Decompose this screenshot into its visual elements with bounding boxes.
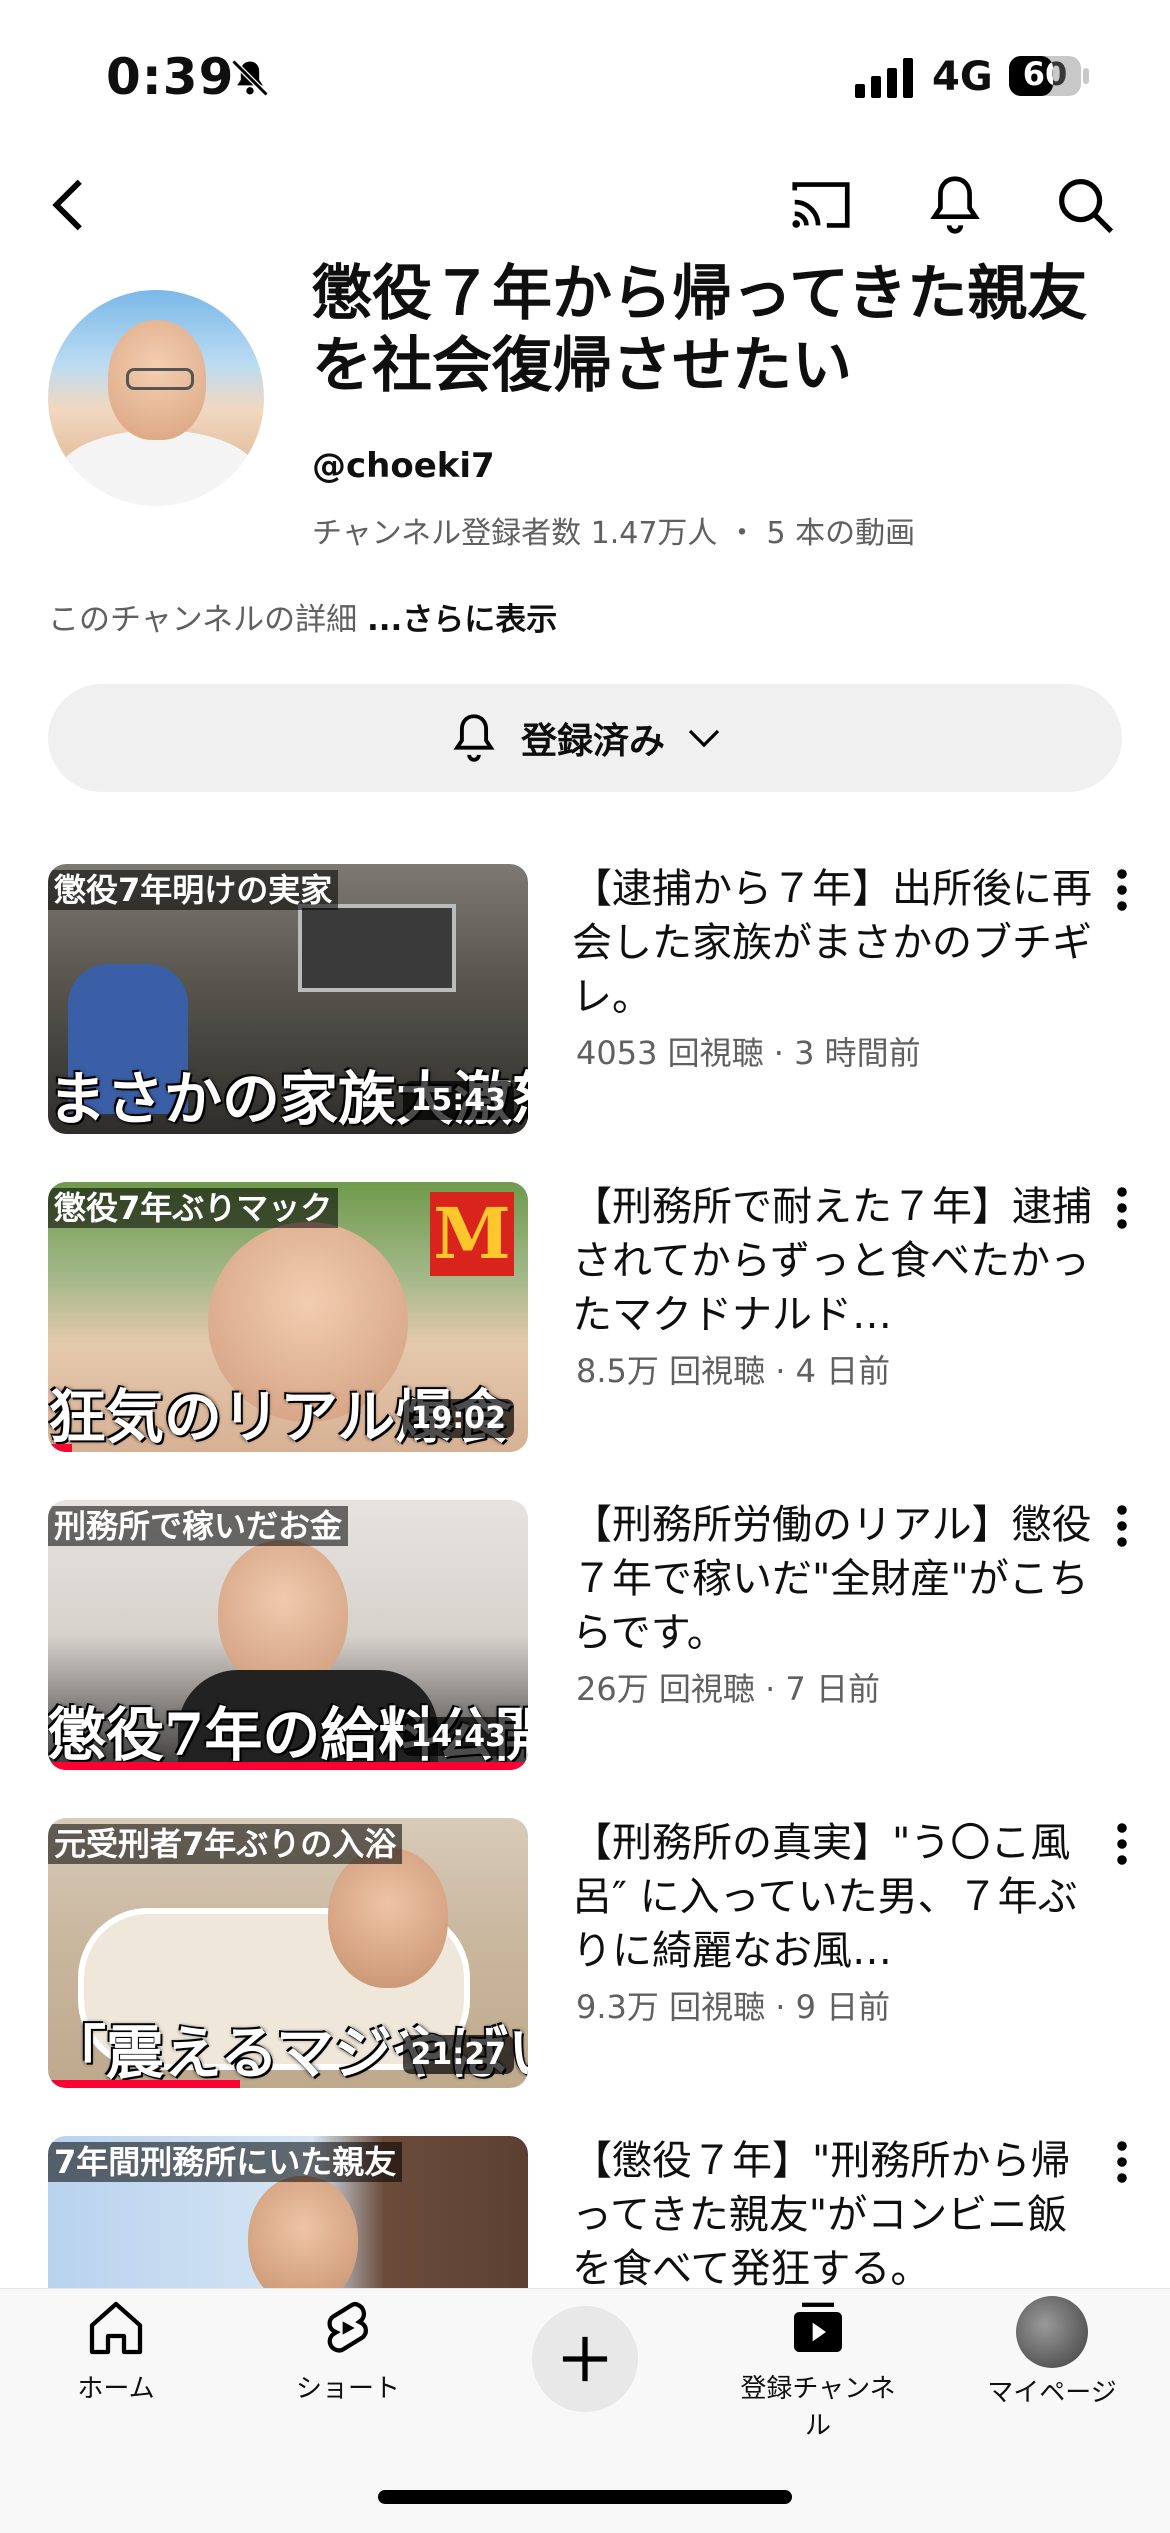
kebab-icon[interactable]	[1112, 1184, 1132, 1232]
video-duration: 21:27	[402, 2035, 514, 2074]
video-title[interactable]: 【刑務所労働のリアル】懲役７年で稼いだ"全財産"がこちらです。	[572, 1498, 1092, 1660]
bell-icon[interactable]	[920, 170, 990, 240]
network-type: 4G	[932, 54, 993, 100]
subscriptions-icon	[794, 2302, 842, 2352]
subscribed-button[interactable]: 登録済み	[48, 684, 1122, 792]
video-duration: 15:43	[402, 1081, 514, 1120]
thumbnail-tag: 元受刑者7年ぶりの入浴	[48, 1824, 403, 1864]
thumbnail-tag: 7年間刑務所にいた親友	[48, 2142, 403, 2182]
home-indicator	[378, 2490, 792, 2504]
kebab-icon[interactable]	[1112, 2138, 1132, 2186]
channel-description[interactable]: このチャンネルの詳細 ...さらに表示	[48, 594, 557, 639]
subscribed-label: 登録済み	[520, 721, 665, 762]
video-thumbnail[interactable]: 懲役7年明けの実家 まさかの家族大激怒 15:43	[48, 864, 528, 1134]
bell-icon	[453, 714, 495, 762]
show-more-link[interactable]: ...さらに表示	[367, 602, 557, 638]
video-meta: 26万 回視聴 · 7 日前	[576, 1670, 880, 1708]
cast-icon[interactable]	[786, 170, 856, 240]
video-meta: 9.3万 回視聴 · 9 日前	[576, 1988, 891, 2026]
nav-you[interactable]: マイページ	[962, 2296, 1142, 2409]
video-title[interactable]: 【懲役７年】"刑務所から帰ってきた親友"がコンビニ飯を食べて発狂する。	[572, 2134, 1092, 2296]
thumbnail-tag: 刑務所で稼いだお金	[48, 1506, 349, 1546]
nav-shorts-label: ショート	[295, 2374, 400, 2404]
battery-level: 60	[1022, 55, 1068, 93]
video-duration: 19:02	[402, 1399, 514, 1438]
kebab-icon[interactable]	[1112, 1820, 1132, 1868]
thumbnail-tag: 懲役7年明けの実家	[48, 870, 339, 910]
video-thumbnail[interactable]: 刑務所で稼いだお金 懲役7年の給料公開 14:43	[48, 1500, 528, 1770]
user-avatar	[1016, 2296, 1088, 2368]
kebab-icon[interactable]	[1112, 1502, 1132, 1550]
channel-stats: チャンネル登録者数 1.47万人 ・ 5 本の動画	[312, 516, 916, 551]
video-thumbnail[interactable]: M 懲役7年ぶりマック 狂気のリアル爆食 19:02	[48, 1182, 528, 1452]
thumbnail-tag: 懲役7年ぶりマック	[48, 1188, 339, 1228]
nav-home[interactable]: ホーム	[26, 2296, 206, 2405]
create-button[interactable]	[532, 2306, 638, 2412]
video-title[interactable]: 【刑務所の真実】"う〇こ風呂″ に入っていた男、７年ぶりに綺麗なお風…	[572, 1816, 1092, 1978]
nav-subscriptions-label: 登録チャンネル	[740, 2374, 896, 2441]
search-icon[interactable]	[1050, 170, 1120, 240]
channel-avatar[interactable]	[48, 290, 264, 506]
video-thumbnail[interactable]: 元受刑者7年ぶりの入浴 「震えるマジやばい」 21:27	[48, 1818, 528, 2088]
video-meta: 4053 回視聴 · 3 時間前	[576, 1034, 921, 1072]
nav-subscriptions[interactable]: 登録チャンネル	[728, 2296, 908, 2442]
channel-handle: @choeki7	[312, 446, 495, 486]
shorts-icon	[327, 2301, 368, 2353]
video-title[interactable]: 【逮捕から７年】出所後に再会した家族がまさかのブチギレ。	[572, 862, 1092, 1024]
watch-progress	[48, 1762, 528, 1770]
watch-progress	[48, 1444, 72, 1452]
watch-progress	[48, 2080, 240, 2088]
video-title[interactable]: 【刑務所で耐えた７年】逮捕されてからずっと食べたかったマクドナルド…	[572, 1180, 1092, 1342]
nav-you-label: マイページ	[987, 2378, 1117, 2408]
status-time: 0:39	[106, 48, 235, 106]
signal-icon	[855, 58, 913, 98]
nav-shorts[interactable]: ショート	[258, 2296, 438, 2405]
chevron-down-icon	[688, 729, 720, 748]
mcdonalds-logo: M	[430, 1192, 514, 1276]
nav-home-label: ホーム	[77, 2374, 155, 2404]
bell-muted-icon	[231, 59, 269, 97]
description-text: このチャンネルの詳細	[48, 602, 367, 638]
plus-icon	[562, 2336, 608, 2382]
kebab-icon[interactable]	[1112, 866, 1132, 914]
channel-title: 懲役７年から帰ってきた親友を社会復帰させたい	[312, 259, 1088, 401]
back-icon[interactable]	[36, 170, 106, 240]
video-duration: 14:43	[402, 1717, 514, 1756]
video-meta: 8.5万 回視聴 · 4 日前	[576, 1352, 891, 1390]
home-icon	[89, 2301, 143, 2355]
